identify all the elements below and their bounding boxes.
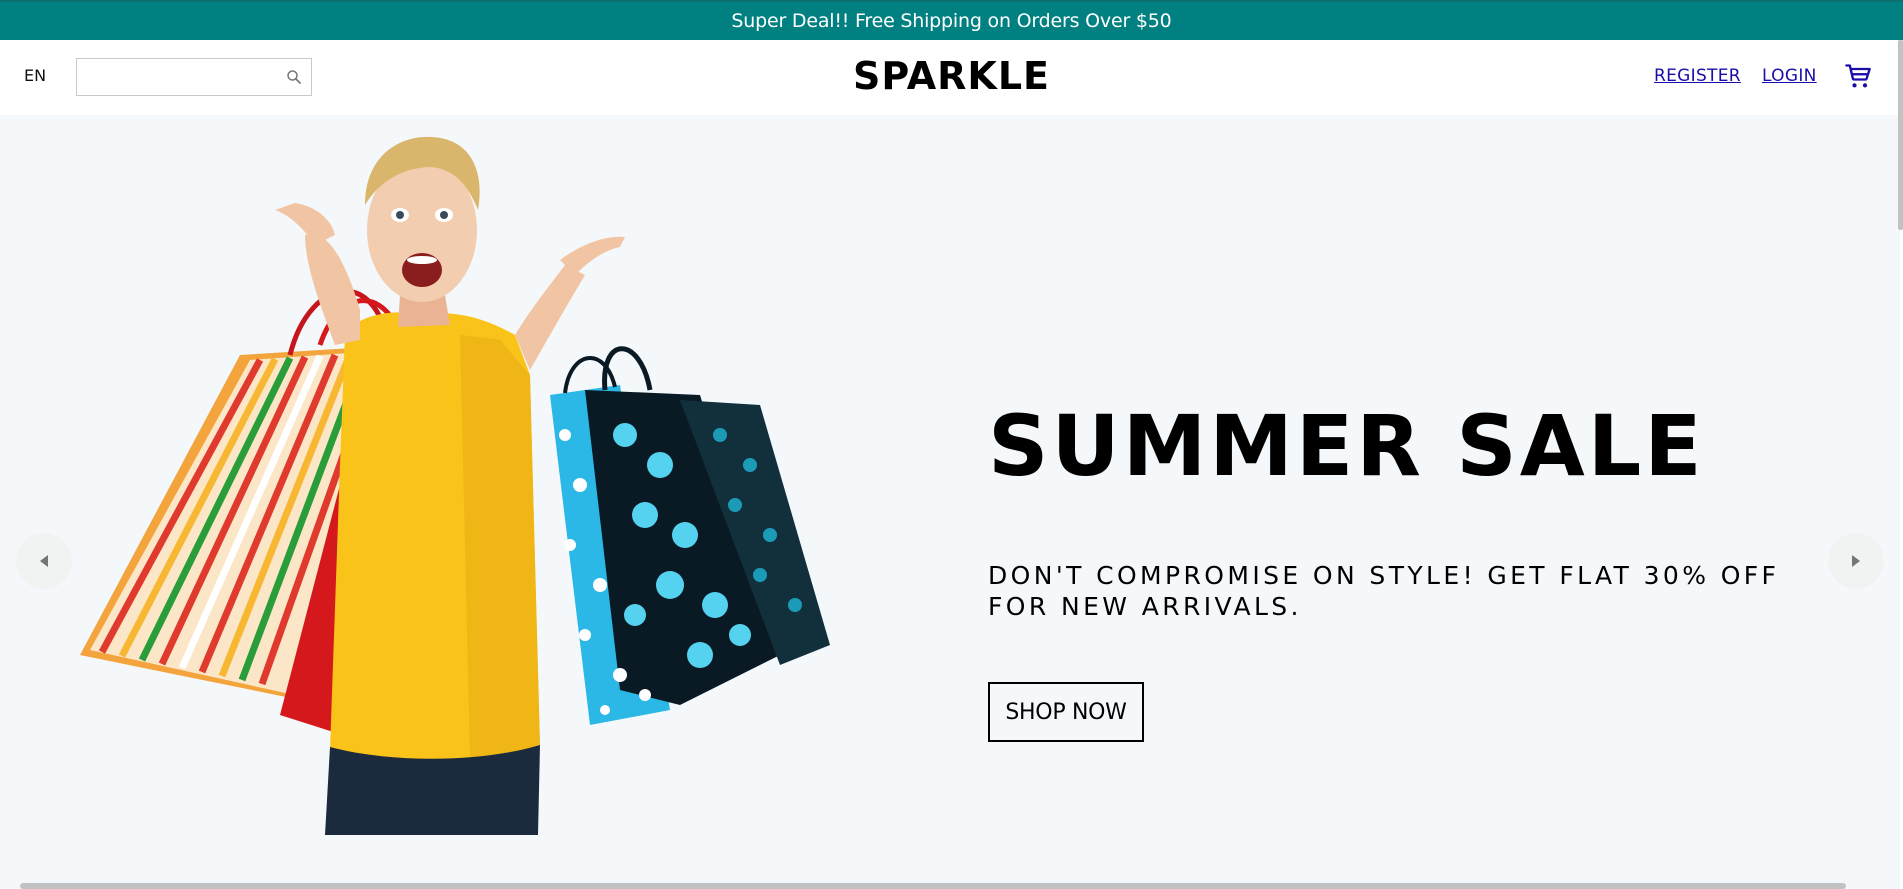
- shop-now-button[interactable]: SHOP NOW: [988, 682, 1144, 742]
- slider-next-button[interactable]: [1828, 533, 1884, 589]
- slide-title: SUMMER SALE: [988, 397, 1705, 495]
- slide-description: DON'T COMPROMISE ON STYLE! GET FLAT 30% …: [988, 561, 1780, 621]
- shopping-cart-icon[interactable]: [1844, 62, 1872, 90]
- register-link[interactable]: REGISTER: [1654, 66, 1741, 86]
- site-logo[interactable]: SPARKLE: [853, 54, 1050, 98]
- search-container: [76, 58, 312, 96]
- login-link[interactable]: LOGIN: [1762, 66, 1817, 86]
- announcement-bar: Super Deal!! Free Shipping on Orders Ove…: [0, 0, 1903, 40]
- announcement-text: Super Deal!! Free Shipping on Orders Ove…: [731, 10, 1172, 32]
- search-icon[interactable]: [285, 68, 303, 86]
- vertical-scrollbar[interactable]: [1898, 40, 1903, 230]
- arrow-right-icon: [1852, 555, 1860, 567]
- search-input[interactable]: [77, 59, 272, 95]
- arrow-left-icon: [40, 555, 48, 567]
- polka-dot-bags: [550, 346, 830, 725]
- hero-image: [80, 136, 830, 835]
- horizontal-scrollbar[interactable]: [20, 883, 1846, 889]
- navbar: EN SPARKLE REGISTER LOGIN: [0, 40, 1903, 115]
- slider-prev-button[interactable]: [16, 533, 72, 589]
- language-selector[interactable]: EN: [24, 66, 46, 85]
- hero-slider: SUMMER SALE DON'T COMPROMISE ON STYLE! G…: [0, 115, 1900, 889]
